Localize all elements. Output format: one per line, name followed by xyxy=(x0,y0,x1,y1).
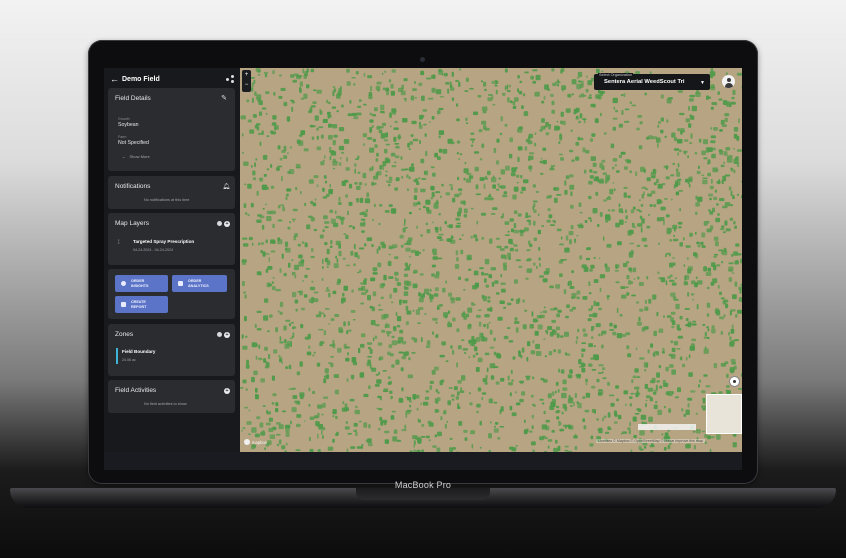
actions-card: ORDER INSIGHTS ORDER ANALYTICS CREATE RE… xyxy=(108,269,235,319)
screen: ← Demo Field Field Details ✎ Growth Soyb… xyxy=(104,68,742,470)
plus-icon[interactable]: + xyxy=(224,388,230,394)
zoom-control[interactable]: + − xyxy=(242,70,251,92)
weed-layer xyxy=(240,68,742,452)
bell-icon[interactable]: 🔔︎ xyxy=(222,183,230,190)
chevron-down-icon: ⌄ xyxy=(122,154,126,159)
user-avatar-icon[interactable] xyxy=(722,75,735,88)
map-layers-card: Map Layers + ⁞ Targeted Spray Prescripti… xyxy=(108,213,235,265)
camera xyxy=(420,57,425,62)
map-scale xyxy=(638,424,696,430)
pencil-icon[interactable]: ✎ xyxy=(221,94,227,102)
sidebar-header: ← Demo Field xyxy=(110,72,234,86)
crop-label: Growth xyxy=(118,117,130,121)
map-view[interactable]: + − Select Organization Sentera Aerial W… xyxy=(240,68,742,452)
mapbox-logo[interactable]: mapbox xyxy=(244,439,267,445)
person-icon xyxy=(178,281,183,286)
layer-item-date: 04-24-2024 - 04-24-2024 xyxy=(133,248,173,252)
field-activities-title: Field Activities xyxy=(115,387,157,394)
zoom-in-icon[interactable]: + xyxy=(242,70,251,80)
zones-title: Zones xyxy=(115,331,134,338)
eye-icon xyxy=(121,281,126,286)
brand-label: MacBook Pro xyxy=(394,480,452,490)
back-arrow-icon[interactable]: ← xyxy=(110,74,122,84)
plus-icon[interactable]: + xyxy=(224,221,230,227)
notifications-empty: No notifications at this time xyxy=(144,198,190,202)
layer-item-title[interactable]: Targeted Spray Prescription xyxy=(133,239,194,244)
map-layers-title: Map Layers xyxy=(115,220,149,227)
field-activities-empty: No field activities to show xyxy=(144,402,187,406)
locate-icon[interactable] xyxy=(730,377,739,386)
order-analytics-button[interactable]: ORDER ANALYTICS xyxy=(172,275,227,292)
chevron-down-icon: ▼ xyxy=(700,80,705,86)
field-activities-card: Field Activities + No field activities t… xyxy=(108,380,235,413)
create-report-button[interactable]: CREATE REPORT xyxy=(115,296,168,313)
layers-icon[interactable] xyxy=(217,332,222,337)
farm-value: Not Specified xyxy=(118,140,149,146)
zone-item-title[interactable]: Field Boundary xyxy=(122,349,155,354)
document-icon xyxy=(121,302,126,307)
drag-handle-icon[interactable]: ⁞ xyxy=(118,240,120,246)
organization-select[interactable]: Select Organization Sentera Aerial WeedS… xyxy=(594,73,710,90)
map-attribution[interactable]: Licenses © Mapbox © OpenStreetMap © Maxa… xyxy=(596,439,705,443)
taskbar xyxy=(104,452,742,470)
order-insights-button[interactable]: ORDER INSIGHTS xyxy=(115,275,168,292)
field-details-title: Field Details xyxy=(115,95,151,102)
field-details-card: Field Details ✎ Growth Soybean Farm Not … xyxy=(108,88,235,171)
layers-icon[interactable] xyxy=(217,221,222,226)
laptop-lid: ← Demo Field Field Details ✎ Growth Soyb… xyxy=(88,40,758,484)
farm-label: Farm xyxy=(118,135,127,139)
sidebar: ← Demo Field Field Details ✎ Growth Soyb… xyxy=(104,68,240,452)
zone-color-bar xyxy=(116,348,118,364)
zones-card: Zones + Field Boundary 24.06 ac xyxy=(108,324,235,376)
notifications-card: Notifications 🔔︎ No notifications at thi… xyxy=(108,176,235,209)
plus-icon[interactable]: + xyxy=(224,332,230,338)
share-icon[interactable] xyxy=(226,75,234,83)
show-more-link[interactable]: ⌄ Show More xyxy=(122,154,150,159)
organization-value: Sentera Aerial WeedScout Tri xyxy=(604,79,685,85)
minimap[interactable] xyxy=(706,394,742,434)
mapbox-icon xyxy=(244,439,250,445)
field-title: Demo Field xyxy=(122,75,160,83)
zoom-out-icon[interactable]: − xyxy=(242,80,251,90)
notifications-title: Notifications xyxy=(115,183,151,190)
zone-item-sub: 24.06 ac xyxy=(122,358,136,362)
crop-value: Soybean xyxy=(118,122,139,128)
